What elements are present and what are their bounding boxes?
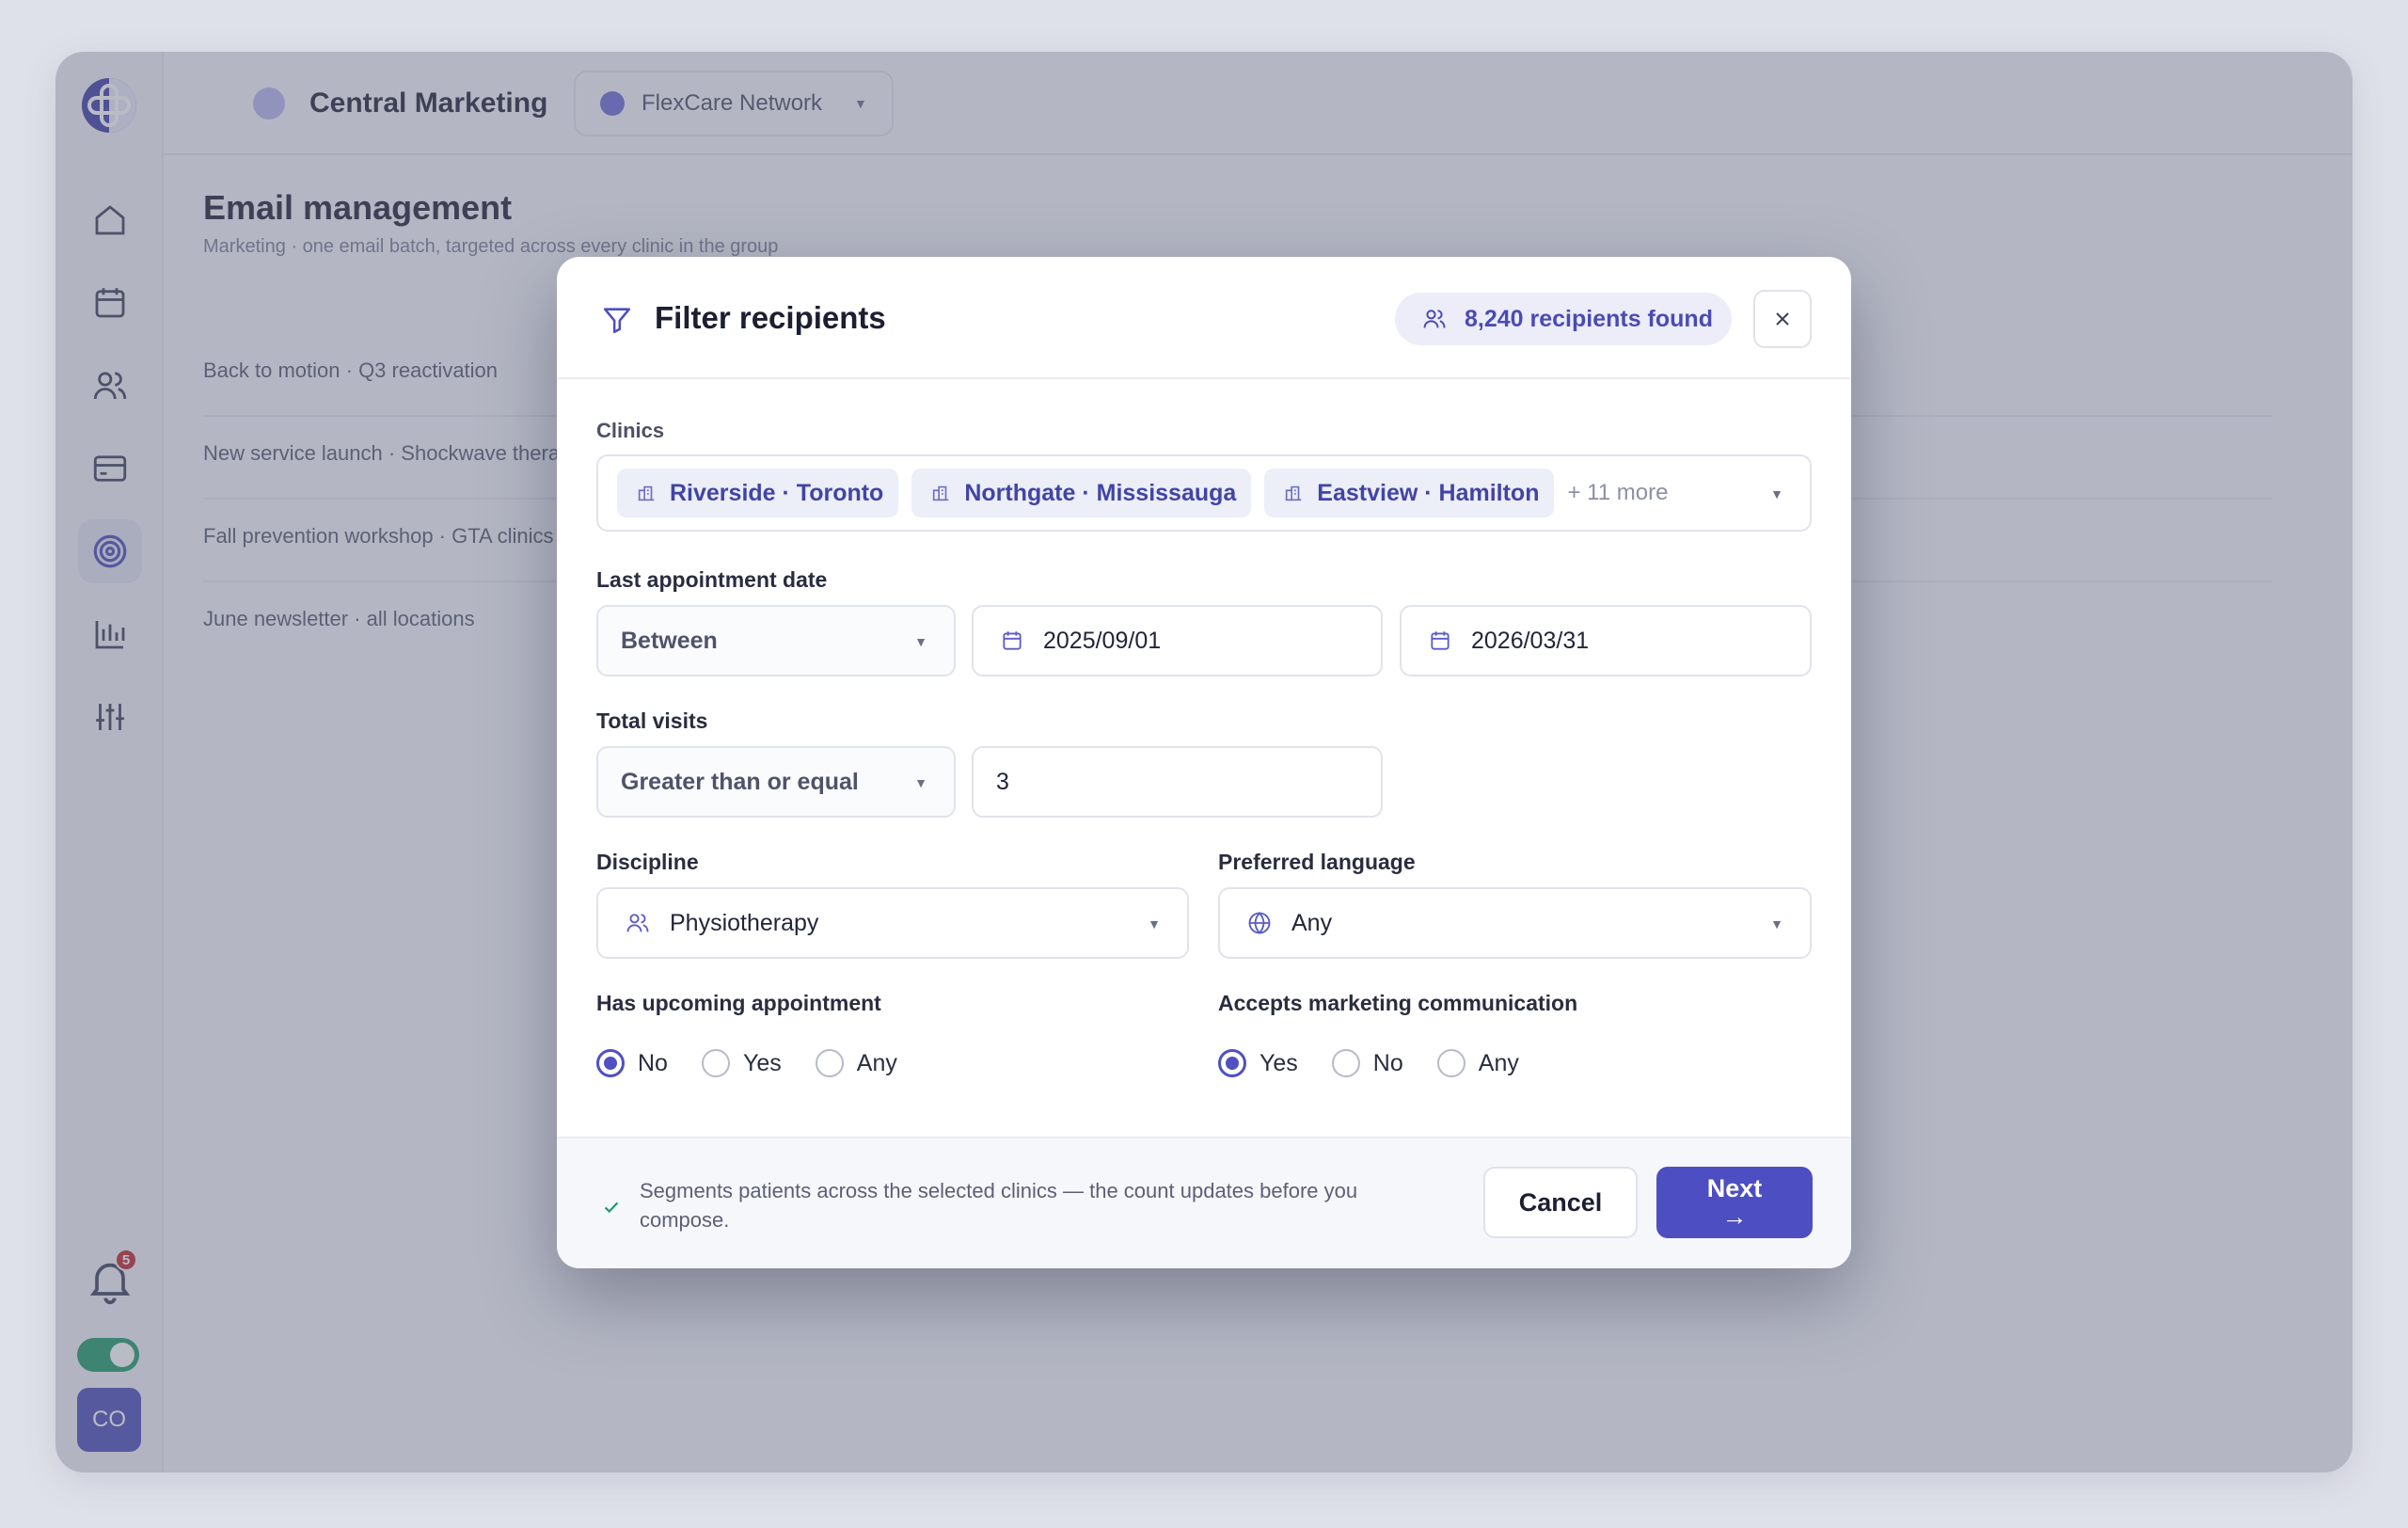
radio-unchecked-icon[interactable] xyxy=(1436,1049,1465,1077)
clinic-chip-label: Northgate · Mississauga xyxy=(964,479,1237,506)
radio-label: Any xyxy=(1478,1049,1519,1076)
check-icon xyxy=(604,1202,619,1214)
chevron-down-icon: ▼ xyxy=(914,775,927,790)
footer-note: Segments patients across the selected cl… xyxy=(640,1179,1358,1232)
upcoming-radio-group: No Yes Any xyxy=(596,1049,931,1077)
globe-icon xyxy=(1248,912,1271,934)
date-from-input[interactable]: 2025/09/01 xyxy=(972,605,1383,676)
users-icon xyxy=(626,914,649,932)
close-button[interactable] xyxy=(1753,290,1812,348)
date-operator-select[interactable]: Between ▼ xyxy=(596,605,956,676)
radio-unchecked-icon[interactable] xyxy=(701,1049,730,1077)
next-button-label: Next xyxy=(1706,1174,1763,1202)
building-icon xyxy=(1286,485,1302,501)
discipline-select[interactable]: Physiotherapy ▼ xyxy=(596,887,1189,959)
building-icon xyxy=(933,485,949,501)
upcoming-option-no[interactable]: No xyxy=(596,1049,668,1077)
clinic-chip-label: Riverside · Toronto xyxy=(670,479,884,506)
date-from-value: 2025/09/01 xyxy=(1043,627,1162,654)
users-icon xyxy=(1423,310,1446,328)
chevron-down-icon: ▼ xyxy=(914,634,927,649)
visits-operator-select[interactable]: Greater than or equal ▼ xyxy=(596,746,956,818)
radio-checked-icon[interactable] xyxy=(1218,1049,1246,1077)
cancel-button[interactable]: Cancel xyxy=(1483,1167,1638,1238)
clinic-chip[interactable]: Eastview · Hamilton xyxy=(1264,469,1555,517)
chevron-down-icon: ▼ xyxy=(1770,486,1783,501)
date-operator-value: Between xyxy=(621,627,718,654)
marketing-option-no[interactable]: No xyxy=(1331,1049,1403,1077)
radio-label: No xyxy=(1372,1049,1403,1076)
upcoming-option-any[interactable]: Any xyxy=(815,1049,897,1077)
building-icon xyxy=(638,485,655,501)
clinics-multiselect[interactable]: Riverside · Toronto Northgate · Mississa… xyxy=(596,454,1812,532)
date-to-value: 2026/03/31 xyxy=(1471,627,1590,654)
last-appointment-label: Last appointment date xyxy=(596,567,828,592)
marketing-option-any[interactable]: Any xyxy=(1436,1049,1519,1077)
upcoming-label: Has upcoming appointment xyxy=(596,991,881,1015)
discipline-label: Discipline xyxy=(596,850,699,874)
dialog-footer: Segments patients across the selected cl… xyxy=(557,1137,1851,1268)
visits-operator-value: Greater than or equal xyxy=(621,768,859,795)
dialog-title: Filter recipients xyxy=(655,300,886,335)
calendar-icon xyxy=(1431,631,1450,650)
visits-value: 3 xyxy=(996,768,1009,795)
discipline-value: Physiotherapy xyxy=(670,909,819,936)
radio-checked-icon[interactable] xyxy=(596,1049,625,1077)
clinics-label: Clinics xyxy=(596,419,665,442)
radio-label: Yes xyxy=(1259,1049,1298,1076)
language-label: Preferred language xyxy=(1218,850,1416,874)
chevron-down-icon: ▼ xyxy=(1148,916,1161,931)
date-to-input[interactable]: 2026/03/31 xyxy=(1400,605,1812,676)
radio-label: No xyxy=(638,1049,668,1076)
clinic-chip[interactable]: Northgate · Mississauga xyxy=(911,469,1252,517)
chevron-down-icon: ▼ xyxy=(1770,916,1783,931)
calendar-icon xyxy=(1003,631,1022,650)
marketing-label: Accepts marketing communication xyxy=(1218,991,1578,1015)
close-icon xyxy=(1776,312,1789,326)
filter-recipients-dialog: Filter recipients 8,240 recipients found… xyxy=(557,257,1851,1268)
total-visits-label: Total visits xyxy=(596,708,708,733)
clinic-chip-label: Eastview · Hamilton xyxy=(1317,479,1540,506)
radio-unchecked-icon[interactable] xyxy=(1331,1049,1360,1077)
marketing-radio-group: Yes No Any xyxy=(1218,1049,1553,1077)
next-button[interactable]: Next → xyxy=(1656,1167,1813,1238)
arrow-right-icon: → xyxy=(1721,1202,1748,1231)
upcoming-option-yes[interactable]: Yes xyxy=(701,1049,782,1077)
dialog-header: Filter recipients 8,240 recipients found xyxy=(557,257,1851,379)
marketing-option-yes[interactable]: Yes xyxy=(1218,1049,1298,1077)
language-select[interactable]: Any ▼ xyxy=(1218,887,1812,959)
recipient-count: 8,240 recipients found xyxy=(1465,305,1713,332)
more-clinics-count[interactable]: + 11 more xyxy=(1567,480,1668,506)
recipient-count-badge: 8,240 recipients found xyxy=(1395,293,1732,345)
radio-unchecked-icon[interactable] xyxy=(815,1049,844,1077)
radio-label: Any xyxy=(856,1049,897,1076)
filter-icon xyxy=(603,308,631,334)
visits-value-input[interactable]: 3 xyxy=(972,746,1383,818)
radio-label: Yes xyxy=(742,1049,782,1076)
language-value: Any xyxy=(1291,909,1333,936)
clinic-chip[interactable]: Riverside · Toronto xyxy=(617,469,899,517)
